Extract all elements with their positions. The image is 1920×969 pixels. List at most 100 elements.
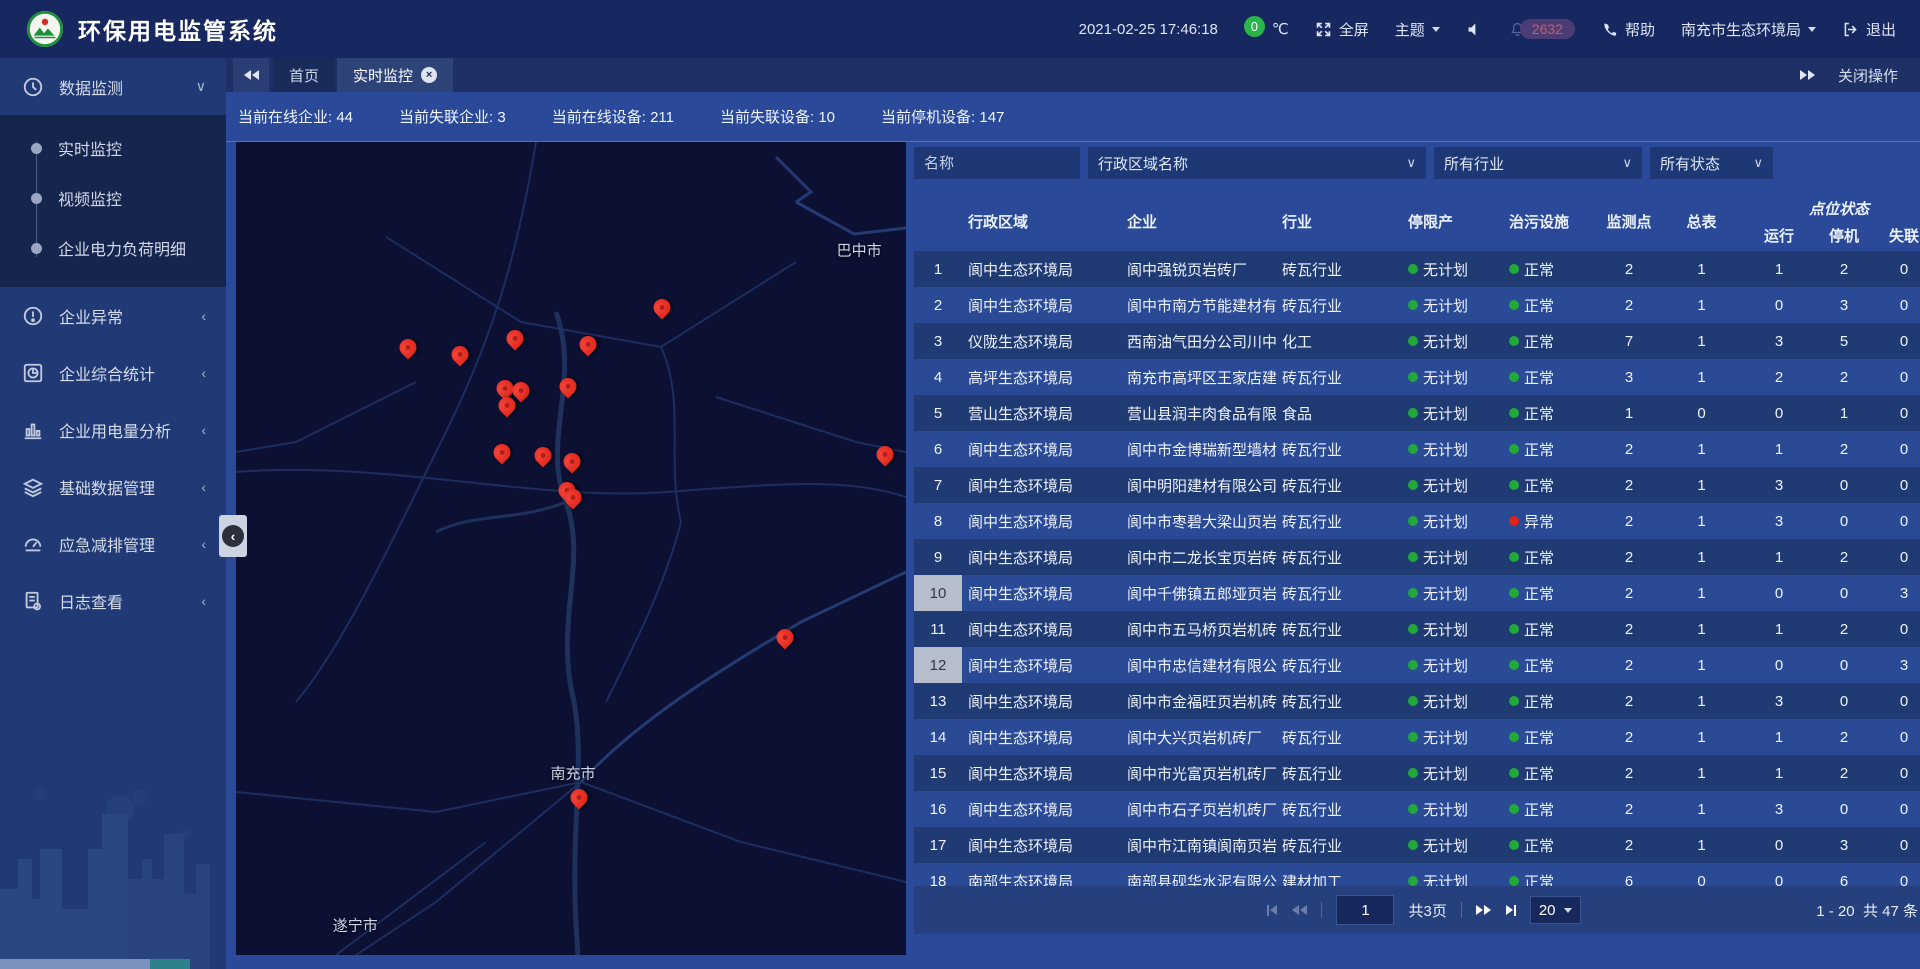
table-row[interactable]: 6阆中生态环境局阆中市金博瑞新型墙材砖瓦行业无计划正常21120 [914, 431, 1920, 467]
next-page-button[interactable] [1476, 905, 1492, 915]
last-page-button[interactable] [1506, 905, 1516, 916]
stats-bar: 当前在线企业: 44当前失联企业: 3当前在线设备: 211当前失联设备: 10… [226, 92, 1920, 142]
table-row[interactable]: 5营山生态环境局营山县润丰肉食品有限食品无计划正常10010 [914, 395, 1920, 431]
table-row[interactable]: 2阆中生态环境局阆中市南方节能建材有砖瓦行业无计划正常21030 [914, 287, 1920, 323]
stat-label: 当前在线设备: [552, 109, 650, 126]
name-filter-input[interactable] [914, 147, 1080, 179]
prev-page-button[interactable] [1291, 905, 1307, 915]
region-filter-select[interactable]: 行政区域名称 ∨ [1088, 147, 1426, 179]
tab-close-icon[interactable]: × [421, 67, 437, 83]
table-row[interactable]: 1阆中生态环境局阆中强锐页岩砖厂砖瓦行业无计划正常21120 [914, 251, 1920, 287]
status-dot [1408, 588, 1418, 598]
cell-running-count: 0 [1744, 287, 1814, 323]
table-row[interactable]: 13阆中生态环境局阆中市金福旺页岩机砖砖瓦行业无计划正常21300 [914, 683, 1920, 719]
map[interactable]: 巴中市南充市遂宁市 [236, 142, 906, 955]
cell-production-status: 无计划 [1402, 503, 1503, 539]
cell-production-status: 无计划 [1402, 755, 1503, 791]
sidebar-item-power-usage-analysis[interactable]: 企业用电量分析‹ [0, 401, 226, 458]
sidebar-item-enterprise-statistics[interactable]: 企业综合统计‹ [0, 344, 226, 401]
facility-status-label: 正常 [1524, 439, 1554, 460]
table-row[interactable]: 9阆中生态环境局阆中市二龙长宝页岩砖砖瓦行业无计划正常21120 [914, 539, 1920, 575]
map-collapse-button[interactable]: ‹ [219, 515, 247, 557]
status-dot [1509, 552, 1519, 562]
cell-running-count: 1 [1744, 719, 1814, 755]
cell-row-number: 13 [914, 683, 962, 719]
table-row[interactable]: 3仪陇生态环境局西南油气田分公司川中化工无计划正常71350 [914, 323, 1920, 359]
cell-company: 阆中市五马桥页岩机砖 [1120, 611, 1277, 647]
cell-stopped-count: 2 [1814, 755, 1874, 791]
status-dot [1408, 444, 1418, 454]
stat-offline-devices: 当前失联设备: 10 [720, 106, 835, 127]
table-row[interactable]: 8阆中生态环境局阆中市枣碧大梁山页岩砖瓦行业无计划异常21300 [914, 503, 1920, 539]
cell-lost-count: 0 [1874, 287, 1920, 323]
cell-running-count: 3 [1744, 503, 1814, 539]
cell-company: 阆中市金福旺页岩机砖 [1120, 683, 1277, 719]
page-number-input[interactable] [1336, 895, 1394, 925]
page-size-select[interactable]: 20 [1530, 896, 1581, 924]
cell-company: 南充市高坪区王家店建 [1120, 359, 1277, 395]
table-row[interactable]: 17阆中生态环境局阆中市江南镇阆南页岩砖瓦行业无计划正常21030 [914, 827, 1920, 863]
table-row[interactable]: 18南部生态环境局南部县砚华水泥有限公建材加工无计划正常60060 [914, 863, 1920, 886]
chevron-down-icon: ∨ [196, 78, 206, 95]
cell-monitor-points: 2 [1599, 287, 1659, 323]
table-row[interactable]: 12阆中生态环境局阆中市忠信建材有限公砖瓦行业无计划正常21003 [914, 647, 1920, 683]
cell-row-number: 10 [914, 575, 962, 611]
cell-production-status: 无计划 [1402, 359, 1503, 395]
tabs-scroll-right-button[interactable] [1800, 70, 1816, 80]
status-filter-select[interactable]: 所有状态 ∨ [1650, 147, 1773, 179]
cell-row-number: 11 [914, 611, 962, 647]
cell-row-number: 9 [914, 539, 962, 575]
cell-total-meters: 1 [1659, 503, 1744, 539]
cell-production-status: 无计划 [1402, 791, 1503, 827]
help-button[interactable]: 帮助 [1601, 19, 1655, 40]
sound-toggle-button[interactable] [1466, 21, 1483, 38]
table-row[interactable]: 15阆中生态环境局阆中市光富页岩机砖厂砖瓦行业无计划正常21120 [914, 755, 1920, 791]
industry-filter-select[interactable]: 所有行业 ∨ [1434, 147, 1642, 179]
sidebar-subitem-video-monitoring[interactable]: 视频监控 [0, 173, 226, 223]
fullscreen-button[interactable]: 全屏 [1315, 19, 1369, 40]
tabs-scroll-left-button[interactable] [233, 58, 269, 92]
sidebar-item-data-monitoring[interactable]: 数据监测∨ [0, 58, 226, 115]
notification-button[interactable]: 2632 [1509, 19, 1575, 39]
page-title: 环保用电监管系统 [78, 12, 278, 46]
cell-company: 西南油气田分公司川中 [1120, 323, 1277, 359]
table-row[interactable]: 11阆中生态环境局阆中市五马桥页岩机砖砖瓦行业无计划正常21120 [914, 611, 1920, 647]
cell-monitor-points: 3 [1599, 359, 1659, 395]
cell-total-meters: 1 [1659, 791, 1744, 827]
table-row[interactable]: 4高坪生态环境局南充市高坪区王家店建砖瓦行业无计划正常31220 [914, 359, 1920, 395]
status-dot [1509, 696, 1519, 706]
first-page-button[interactable] [1267, 905, 1277, 916]
table-row[interactable]: 7阆中生态环境局阆中明阳建材有限公司砖瓦行业无计划正常21300 [914, 467, 1920, 503]
chevron-down-icon: ∨ [1406, 155, 1416, 171]
cell-monitor-points: 2 [1599, 827, 1659, 863]
sidebar-item-label: 基础数据管理 [59, 475, 155, 499]
table-row[interactable]: 10阆中生态环境局阆中千佛镇五郎垭页岩砖瓦行业无计划正常21003 [914, 575, 1920, 611]
stat-label: 当前在线企业: [238, 109, 336, 126]
chevron-down-icon [1564, 908, 1572, 917]
sidebar-item-emergency-reduction[interactable]: 应急减排管理‹ [0, 515, 226, 572]
cell-production-status: 无计划 [1402, 575, 1503, 611]
sidebar-item-base-data-management[interactable]: 基础数据管理‹ [0, 458, 226, 515]
cell-monitor-points: 2 [1599, 575, 1659, 611]
close-operations-button[interactable]: 关闭操作 [1838, 65, 1898, 86]
sidebar-item-log-view[interactable]: 日志查看‹ [0, 572, 226, 629]
table-row[interactable]: 16阆中生态环境局阆中市石子页岩机砖厂砖瓦行业无计划正常21300 [914, 791, 1920, 827]
sidebar-item-enterprise-abnormal[interactable]: 企业异常‹ [0, 287, 226, 344]
cell-company: 阆中市石子页岩机砖厂 [1120, 791, 1277, 827]
cell-monitor-points: 2 [1599, 251, 1659, 287]
sidebar-item-label: 应急减排管理 [59, 532, 155, 556]
col-header-stopped: 停机 [1814, 222, 1874, 248]
logout-button[interactable]: 退出 [1842, 19, 1896, 40]
sidebar-subitem-power-load-detail[interactable]: 企业电力负荷明细 [0, 223, 226, 273]
tab-realtime-monitoring[interactable]: 实时监控× [337, 58, 453, 92]
tab-home[interactable]: 首页 [273, 58, 335, 92]
theme-dropdown[interactable]: 主题 [1395, 19, 1440, 40]
org-dropdown[interactable]: 南充市生态环境局 [1681, 19, 1816, 40]
table-row[interactable]: 14阆中生态环境局阆中大兴页岩机砖厂砖瓦行业无计划正常21120 [914, 719, 1920, 755]
cell-stopped-count: 3 [1814, 827, 1874, 863]
cell-stopped-count: 3 [1814, 287, 1874, 323]
status-dot [1408, 696, 1418, 706]
sidebar-subitem-realtime-monitoring[interactable]: 实时监控 [0, 123, 226, 173]
status-dot [1408, 480, 1418, 490]
cell-lost-count: 0 [1874, 395, 1920, 431]
